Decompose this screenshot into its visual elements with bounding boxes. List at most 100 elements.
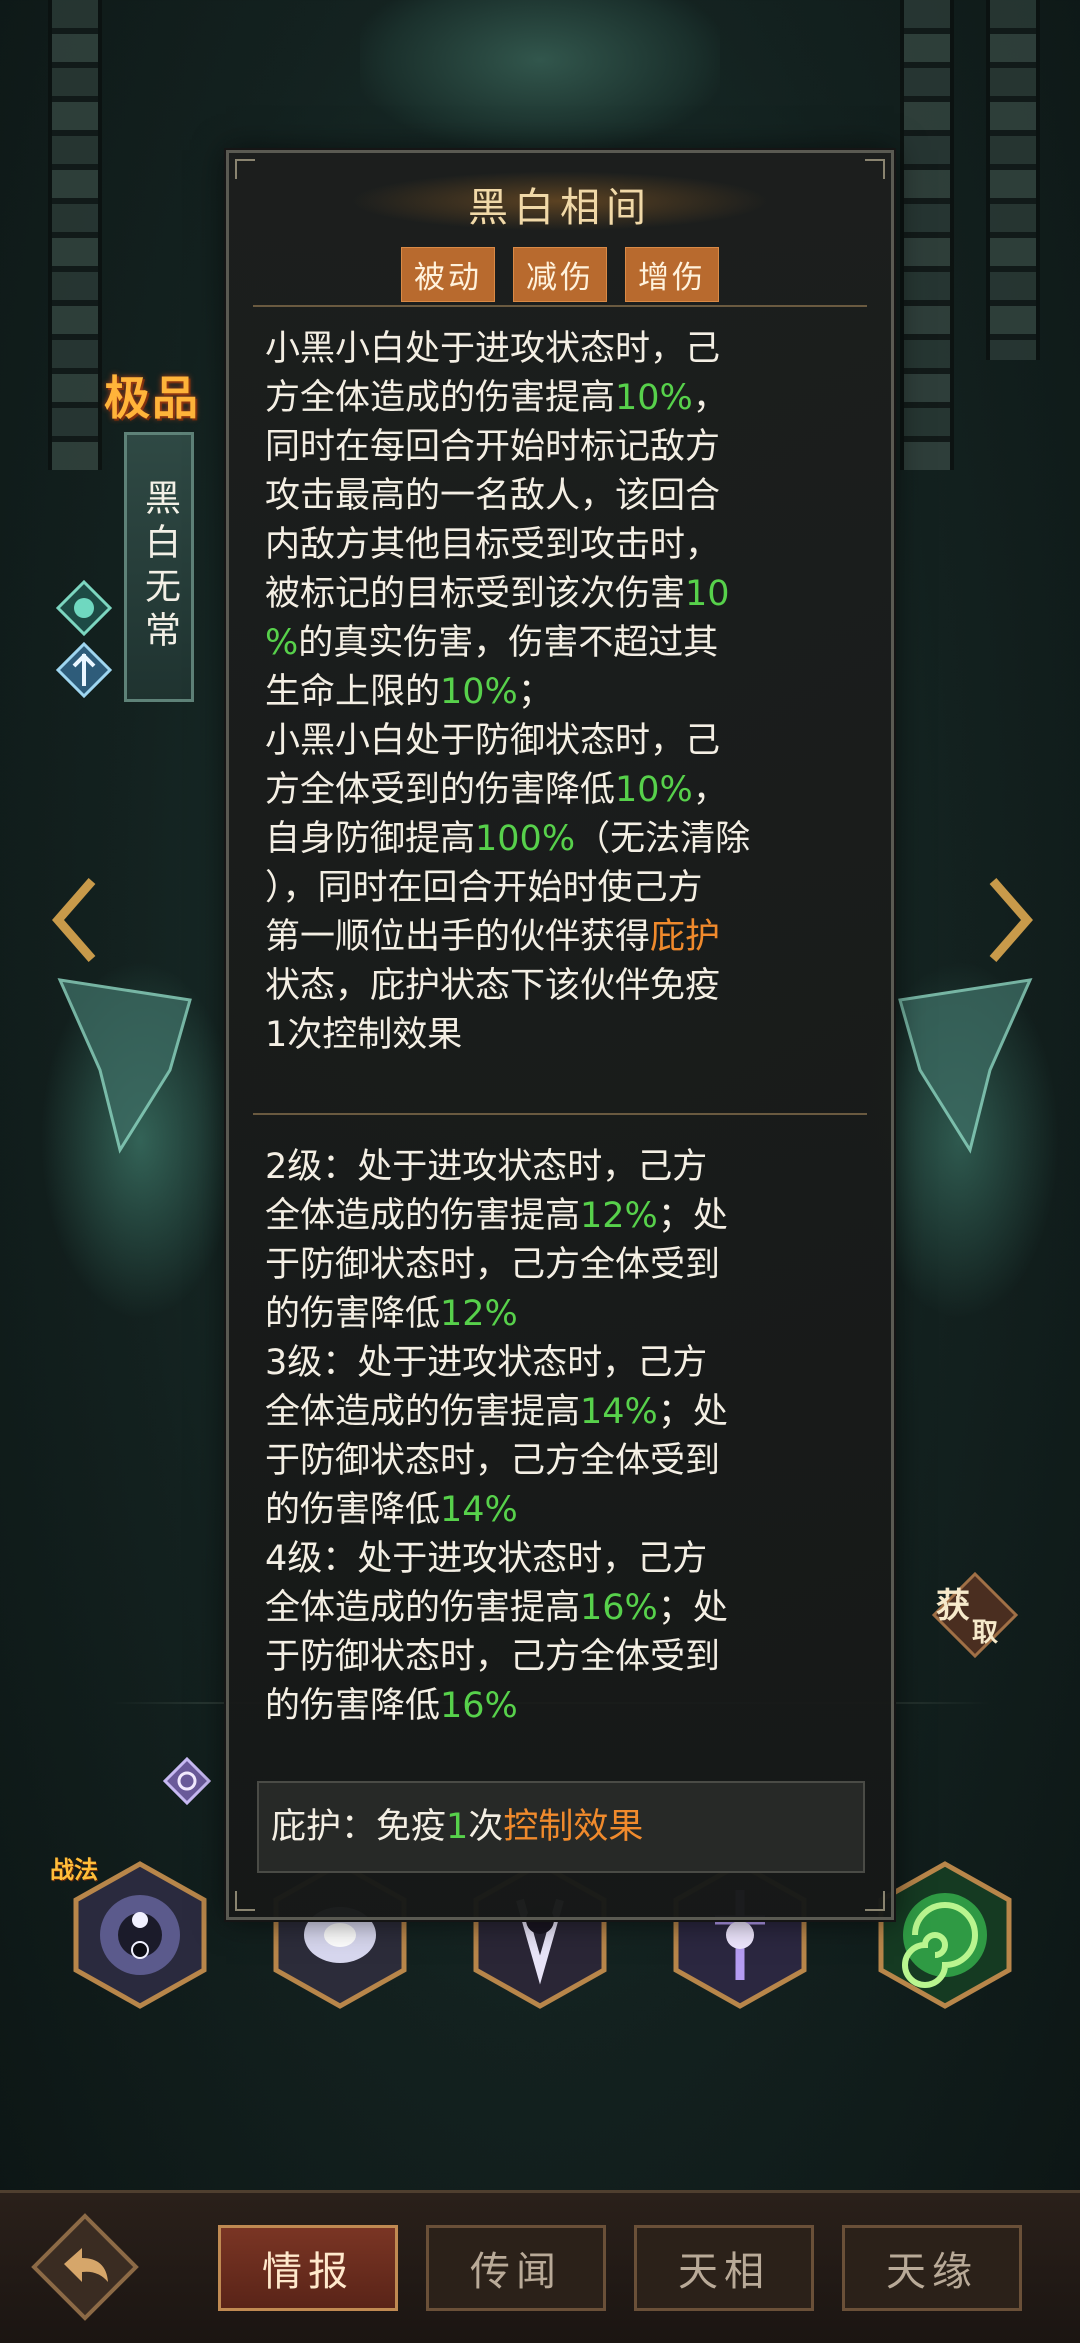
top-ornament [360, 0, 720, 150]
note-segment: 次 [468, 1807, 504, 1847]
chain-decoration-right [900, 0, 954, 470]
description-segment: 生命上限的 [265, 672, 441, 712]
description-line: 3级：处于进攻状态时，己方 [265, 1339, 861, 1388]
skill-swap-icon[interactable] [162, 1756, 212, 1806]
description-segment: 14% [440, 1490, 518, 1530]
description-line: 于防御状态时，己方全体受到 [265, 1633, 861, 1682]
get-source-button[interactable]: 获 取 [930, 1570, 1020, 1660]
description-segment: 的伤害降低 [265, 1686, 441, 1726]
description-segment: 10% [615, 378, 693, 418]
description-line: 生命上限的10%； [265, 668, 861, 717]
description-segment: 10 [685, 574, 730, 614]
description-segment: 方全体造成的伤害提高 [265, 378, 616, 418]
description-line: 的伤害降低12% [265, 1290, 861, 1339]
description-segment: 被标记的目标受到该次伤害 [265, 574, 686, 614]
blade-decoration-left [40, 960, 210, 1160]
description-segment: 12% [580, 1196, 658, 1236]
description-line: 方全体造成的伤害提高10%， [265, 374, 861, 423]
skill-tag: 被动 [401, 247, 495, 302]
description-line: %的真实伤害，伤害不超过其 [265, 619, 861, 668]
description-segment: 第一顺位出手的伙伴获得 [265, 917, 651, 957]
description-segment: ； [517, 672, 553, 712]
description-segment: 庇护 [650, 917, 721, 957]
description-line: 全体造成的伤害提高16%；处 [265, 1584, 861, 1633]
get-label-2: 取 [972, 1618, 999, 1648]
character-name: 黑白无常 [139, 479, 180, 655]
description-segment: 状态，庇护状态下该伙伴免疫 [265, 966, 721, 1006]
tab-intel[interactable]: 情报 [218, 2225, 398, 2311]
description-segment: 的真实伤害，伤害不超过其 [298, 623, 719, 663]
skill-description: 小黑小白处于进攻状态时，己 方全体造成的伤害提高10%， 同时在每回合开始时标记敌方… [265, 325, 861, 1060]
description-segment: 1次控制效果 [265, 1015, 463, 1055]
back-button[interactable] [30, 2212, 140, 2322]
description-line: 攻击最高的一名敌人，该回合 [265, 472, 861, 521]
description-segment: 4级：处于进攻状态时，己方 [265, 1539, 708, 1579]
description-segment: （无法清除 [575, 819, 751, 859]
description-segment: 全体造成的伤害提高 [265, 1196, 581, 1236]
description-line: 自身防御提高100%（无法清除 [265, 815, 861, 864]
skill-icon-5[interactable] [875, 1860, 1015, 2010]
skill-tag: 减伤 [513, 247, 607, 302]
description-segment: ；处 [657, 1196, 728, 1236]
description-segment: ；处 [657, 1392, 728, 1432]
description-line: 小黑小白处于防御状态时，己 [265, 717, 861, 766]
description-segment: 内敌方其他目标受到攻击时， [265, 525, 721, 565]
description-line: 内敌方其他目标受到攻击时， [265, 521, 861, 570]
description-segment: 14% [580, 1392, 658, 1432]
description-line: 于防御状态时，己方全体受到 [265, 1437, 861, 1486]
rarity-label: 极品 [104, 371, 200, 425]
description-segment: % [265, 623, 299, 663]
note-segment: 控制效果 [503, 1807, 644, 1847]
skill-title: 黑白相间 [468, 185, 652, 231]
class-icon[interactable] [55, 641, 113, 699]
tab-fate[interactable]: 天缘 [842, 2225, 1022, 2311]
description-line: ），同时在回合开始时使己方 [265, 864, 861, 913]
skill-tag: 增伤 [625, 247, 719, 302]
description-segment: 16% [580, 1588, 658, 1628]
description-segment: 的伤害降低 [265, 1490, 441, 1530]
description-line: 小黑小白处于进攻状态时，己 [265, 325, 861, 374]
description-segment: 自身防御提高 [265, 819, 476, 859]
description-line: 2级：处于进攻状态时，己方 [265, 1143, 861, 1192]
get-label-1: 获 [936, 1586, 970, 1626]
description-line: 方全体受到的伤害降低10%， [265, 766, 861, 815]
faction-icon[interactable] [55, 579, 113, 637]
description-segment: 方全体受到的伤害降低 [265, 770, 616, 810]
description-segment: 同时在每回合开始时标记敌方 [265, 427, 721, 467]
description-segment: 2级：处于进攻状态时，己方 [265, 1147, 708, 1187]
description-line: 全体造成的伤害提高14%；处 [265, 1388, 861, 1437]
description-segment: 12% [440, 1294, 518, 1334]
description-line: 状态，庇护状态下该伙伴免疫 [265, 962, 861, 1011]
corner-ornament [235, 1891, 255, 1911]
separator [253, 1113, 867, 1115]
description-line: 于防御状态时，己方全体受到 [265, 1241, 861, 1290]
corner-ornament [865, 1891, 885, 1911]
skill-icon-1[interactable] [70, 1860, 210, 2010]
skill-tags: 被动 减伤 增伤 [229, 247, 891, 302]
description-segment: 攻击最高的一名敌人，该回合 [265, 476, 721, 516]
description-segment: ， [692, 770, 728, 810]
description-line: 全体造成的伤害提高12%；处 [265, 1192, 861, 1241]
description-segment: 10% [440, 672, 518, 712]
prev-arrow-icon[interactable] [50, 875, 100, 965]
description-line: 1次控制效果 [265, 1011, 861, 1060]
description-segment: 的伤害降低 [265, 1294, 441, 1334]
description-segment: ；处 [657, 1588, 728, 1628]
character-name-banner: 黑白无常 [124, 432, 194, 702]
description-segment: 10% [615, 770, 693, 810]
description-segment: 小黑小白处于进攻状态时，己 [265, 329, 721, 369]
description-line: 同时在每回合开始时标记敌方 [265, 423, 861, 472]
description-segment: 全体造成的伤害提高 [265, 1588, 581, 1628]
description-segment: ， [692, 378, 728, 418]
description-segment: 于防御状态时，己方全体受到 [265, 1637, 721, 1677]
chain-decoration-left [48, 0, 102, 470]
skill-level-description: 2级：处于进攻状态时，己方 全体造成的伤害提高12%；处 于防御状态时，己方全体受到… [265, 1143, 861, 1731]
description-segment: 于防御状态时，己方全体受到 [265, 1245, 721, 1285]
description-segment: 全体造成的伤害提高 [265, 1392, 581, 1432]
description-line: 被标记的目标受到该次伤害10 [265, 570, 861, 619]
description-line: 第一顺位出手的伙伴获得庇护 [265, 913, 861, 962]
tab-celestial[interactable]: 天相 [634, 2225, 814, 2311]
tab-rumor[interactable]: 传闻 [426, 2225, 606, 2311]
separator [253, 305, 867, 307]
next-arrow-icon[interactable] [985, 875, 1035, 965]
